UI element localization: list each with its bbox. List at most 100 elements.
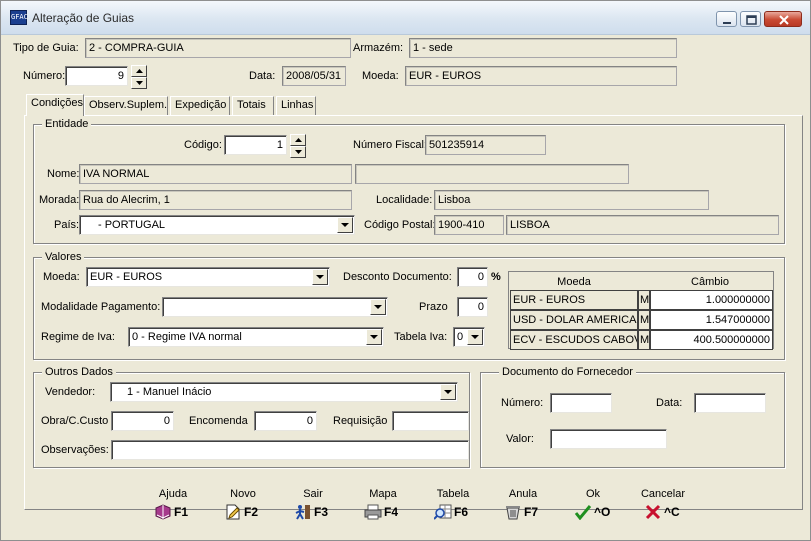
modalidade-combo[interactable] — [162, 297, 388, 317]
documento-fornecedor-group: Documento do Fornecedor Número: Data: Va… — [480, 365, 785, 468]
vendedor-combo[interactable]: 1 - Manuel Inácio — [110, 382, 458, 402]
chevron-down-icon — [444, 390, 452, 394]
pais-label: País: — [54, 219, 80, 231]
grid-cell-moeda[interactable]: EUR - EUROS — [510, 290, 638, 310]
requisicao-label: Requisição — [333, 415, 388, 427]
spin-up-button[interactable] — [290, 134, 306, 146]
tab-expedicao[interactable]: Expedição — [170, 96, 230, 115]
cancelar-label: Cancelar — [640, 488, 686, 500]
desconto-field[interactable]: 0 — [457, 267, 488, 287]
moeda-label: Moeda: — [362, 70, 399, 82]
chevron-down-icon — [471, 335, 479, 339]
tipo-guia-field[interactable]: 2 - COMPRA-GUIA — [85, 38, 351, 58]
localidade-field[interactable]: Lisboa — [434, 190, 709, 210]
obra-label: Obra/C.Custo — [41, 415, 109, 427]
obra-field[interactable]: 0 — [111, 411, 174, 431]
prazo-field[interactable]: 0 — [457, 297, 488, 317]
printer-icon — [364, 504, 382, 520]
title-bar[interactable]: GFAC Alteração de Guias — [1, 1, 810, 35]
desconto-label: Desconto Documento: — [343, 271, 452, 283]
ajuda-label: Ajuda — [158, 488, 188, 500]
cancelar-shortcut: ^C — [664, 505, 680, 519]
anula-shortcut: F7 — [524, 505, 539, 519]
nome2-field[interactable] — [355, 164, 629, 184]
grid-cell-moeda[interactable]: ECV - ESCUDOS CABOVERDIANOS — [510, 330, 638, 350]
spin-down-button[interactable] — [131, 77, 147, 89]
sair-shortcut: F3 — [314, 505, 329, 519]
modalidade-dropdown-button[interactable] — [370, 299, 386, 315]
grid-header-moeda: Moeda — [557, 276, 591, 288]
tab-observ-suplem[interactable]: Observ.Suplem. — [84, 96, 168, 115]
nif-field[interactable]: 501235914 — [425, 135, 546, 155]
valores-moeda-label: Moeda: — [43, 271, 80, 283]
numero-spinner[interactable] — [131, 65, 147, 89]
vendedor-dropdown-button[interactable] — [440, 384, 456, 400]
grid-cell-cambio[interactable]: 400.500000000 — [650, 330, 773, 350]
tabela-button[interactable]: Tabela F6 — [423, 484, 483, 524]
numero-field[interactable]: 9 — [65, 66, 128, 86]
sair-button[interactable]: Sair F3 — [283, 484, 343, 524]
fornecedor-valor-field[interactable] — [550, 429, 667, 449]
tab-condicoes[interactable]: Condições — [26, 94, 84, 116]
grid-header-cambio: Câmbio — [691, 276, 729, 288]
cancel-x-icon — [645, 504, 661, 520]
cp-local-field[interactable]: LISBOA — [506, 215, 779, 235]
anula-button[interactable]: Anula F7 — [493, 484, 553, 524]
spin-down-button[interactable] — [290, 146, 306, 158]
regime-value: 0 - Regime IVA normal — [132, 331, 242, 343]
grid-cell-flag[interactable]: M — [638, 290, 650, 310]
encomenda-field[interactable]: 0 — [254, 411, 317, 431]
nome-field[interactable]: IVA NORMAL — [79, 164, 352, 184]
requisicao-field[interactable] — [392, 411, 469, 431]
pais-value: - PORTUGAL — [98, 219, 166, 231]
localidade-label: Localidade: — [376, 194, 433, 206]
grid-cell-flag[interactable]: M — [638, 330, 650, 350]
armazem-field[interactable]: 1 - sede — [409, 38, 677, 58]
grid-cell-flag[interactable]: M — [638, 310, 650, 330]
mapa-label: Mapa — [369, 488, 397, 500]
outros-dados-group-title: Outros Dados — [42, 365, 116, 379]
pais-dropdown-button[interactable] — [337, 217, 353, 233]
fornecedor-numero-field[interactable] — [550, 393, 612, 413]
tab-linhas[interactable]: Linhas — [276, 96, 316, 115]
valores-moeda-combo[interactable]: EUR - EUROS — [86, 267, 330, 287]
chevron-down-icon — [374, 305, 382, 309]
spin-up-button[interactable] — [131, 65, 147, 77]
sair-label: Sair — [303, 488, 323, 500]
pais-combo[interactable]: - PORTUGAL — [79, 215, 355, 235]
fornecedor-data-field[interactable] — [694, 393, 766, 413]
tabela-iva-combo[interactable]: 0 — [453, 327, 485, 347]
codigo-field[interactable]: 1 — [224, 135, 287, 155]
arrow-up-icon — [136, 69, 143, 73]
cambio-grid[interactable]: Moeda Câmbio EUR - EUROS M 1.000000000 U… — [508, 271, 774, 350]
close-button[interactable] — [764, 11, 802, 27]
novo-button[interactable]: Novo F2 — [213, 484, 273, 524]
checkmark-icon — [574, 505, 592, 520]
minimize-button[interactable] — [716, 11, 737, 27]
grid-cell-moeda[interactable]: USD - DOLAR AMERICANO — [510, 310, 638, 330]
ajuda-button[interactable]: Ajuda F1 — [143, 484, 203, 524]
valores-moeda-dropdown-button[interactable] — [312, 269, 328, 285]
fornecedor-data-label: Data: — [656, 397, 683, 409]
numero-label: Número: — [23, 70, 66, 82]
table-search-icon — [434, 504, 452, 520]
regime-combo[interactable]: 0 - Regime IVA normal — [128, 327, 384, 347]
morada-field[interactable]: Rua do Alecrim, 1 — [79, 190, 352, 210]
cp-field[interactable]: 1900-410 — [434, 215, 504, 235]
data-field[interactable]: 2008/05/31 — [282, 66, 346, 86]
tab-totais[interactable]: Totais — [232, 96, 274, 115]
ok-button[interactable]: Ok ^O — [563, 484, 623, 524]
grid-cell-cambio[interactable]: 1.000000000 — [650, 290, 773, 310]
entidade-group: Entidade Código: 1 Número Fiscal: 501235… — [33, 117, 785, 244]
maximize-button[interactable] — [740, 11, 761, 27]
codigo-spinner[interactable] — [290, 134, 306, 158]
tabela-iva-dropdown-button[interactable] — [467, 329, 483, 345]
ajuda-shortcut: F1 — [174, 505, 189, 519]
regime-dropdown-button[interactable] — [366, 329, 382, 345]
mapa-button[interactable]: Mapa F4 — [353, 484, 413, 524]
observacoes-field[interactable] — [111, 440, 469, 460]
grid-cell-cambio[interactable]: 1.547000000 — [650, 310, 773, 330]
cancelar-button[interactable]: Cancelar ^C — [633, 484, 693, 524]
moeda-field[interactable]: EUR - EUROS — [405, 66, 677, 86]
window-title: Alteração de Guias — [32, 11, 135, 25]
